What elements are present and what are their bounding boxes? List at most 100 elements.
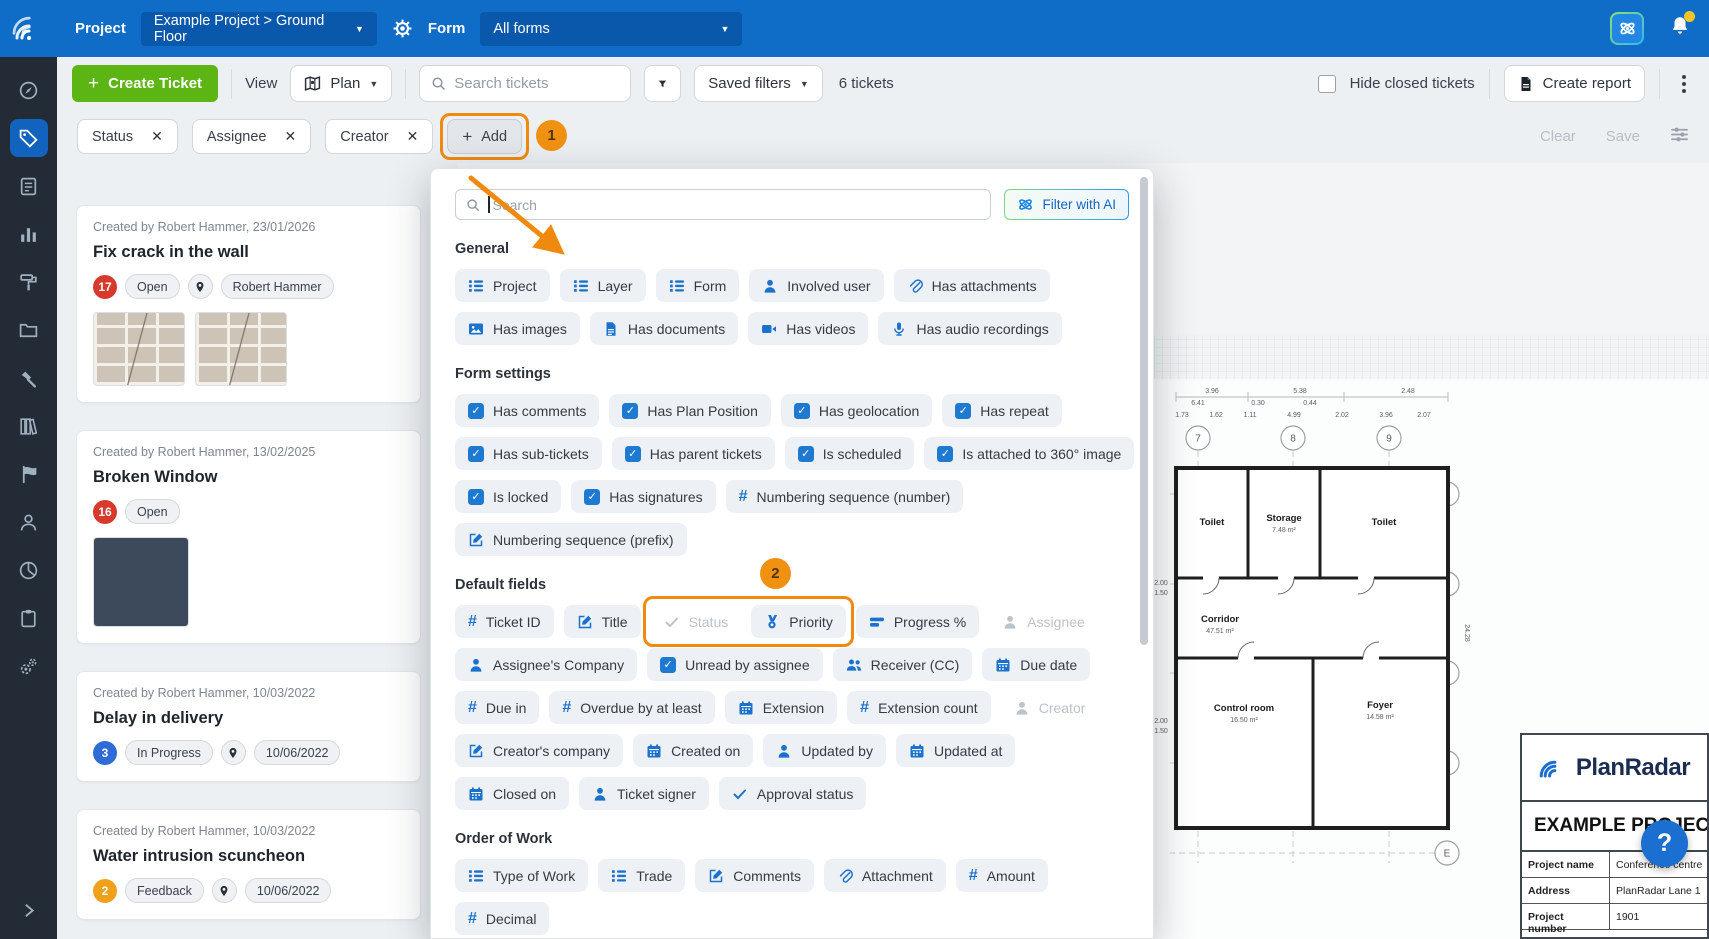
field-chip-due-in[interactable]: #Due in — [455, 691, 539, 724]
field-chip-numbering-sequence-prefix[interactable]: Numbering sequence (prefix) — [455, 523, 687, 556]
field-chip-priority[interactable]: Priority — [751, 605, 846, 638]
field-chip-layer[interactable]: Layer — [560, 269, 646, 302]
plan-pin-icon[interactable] — [212, 878, 237, 903]
create-ticket-button[interactable]: + Create Ticket — [72, 65, 218, 102]
remove-filter-icon[interactable]: ✕ — [407, 128, 419, 145]
add-filter-button[interactable]: + Add — [447, 119, 522, 154]
ai-assistant-button[interactable] — [1610, 12, 1644, 45]
filter-chip-creator[interactable]: Creator ✕ — [325, 119, 433, 154]
field-chip-ticket-signer[interactable]: Ticket signer — [579, 777, 709, 810]
svg-text:Toilet: Toilet — [1200, 517, 1225, 528]
field-chip-progress[interactable]: Progress % — [856, 605, 979, 638]
sidebar-expand-chevron-icon[interactable] — [10, 891, 48, 929]
help-button[interactable]: ? — [1641, 820, 1688, 867]
sidebar-item-forms-checklist-icon[interactable] — [10, 167, 48, 205]
field-chip-decimal[interactable]: #Decimal — [455, 902, 549, 935]
field-chip-has-parent-tickets[interactable]: ✓Has parent tickets — [612, 437, 775, 470]
project-settings-gear-icon[interactable] — [392, 18, 413, 39]
field-chip-extension-count[interactable]: #Extension count — [847, 691, 991, 724]
field-chip-involved-user[interactable]: Involved user — [749, 269, 883, 302]
field-chip-has-repeat[interactable]: ✓Has repeat — [942, 394, 1061, 427]
sidebar-item-settings-gears-icon[interactable] — [10, 647, 48, 685]
field-chip-has-plan-position[interactable]: ✓Has Plan Position — [609, 394, 771, 427]
field-chip-due-date[interactable]: Due date — [982, 648, 1090, 681]
field-chip-has-attachments[interactable]: Has attachments — [894, 269, 1050, 302]
form-selector[interactable]: All forms ▼ — [480, 12, 742, 46]
filter-chip-assignee[interactable]: Assignee ✕ — [192, 119, 311, 154]
project-selector[interactable]: Example Project > Ground Floor ▼ — [141, 12, 377, 46]
ticket-card-fix-crack-in-the-wall[interactable]: Created by Robert Hammer, 23/01/2026Fix … — [76, 205, 421, 403]
field-chip-has-documents[interactable]: Has documents — [590, 312, 738, 345]
filter-settings-sliders-icon[interactable] — [1670, 125, 1689, 149]
field-chip-has-comments[interactable]: ✓Has comments — [455, 394, 599, 427]
field-chip-approval-status[interactable]: Approval status — [719, 777, 867, 810]
field-chip-ticket-id[interactable]: #Ticket ID — [455, 605, 554, 638]
save-filters-button[interactable]: Save — [1606, 128, 1640, 145]
view-mode-selector[interactable]: Plan ▼ — [290, 65, 392, 102]
ticket-photo[interactable] — [195, 312, 287, 386]
field-chip-numbering-sequence-number[interactable]: #Numbering sequence (number) — [726, 480, 964, 513]
filter-with-ai-button[interactable]: Filter with AI — [1004, 189, 1129, 220]
clear-filters-button[interactable]: Clear — [1540, 128, 1576, 145]
planradar-logo[interactable] — [0, 0, 57, 57]
field-chip-created-on[interactable]: Created on — [633, 734, 753, 767]
sidebar-item-plans-folder-icon[interactable] — [10, 311, 48, 349]
field-chip-assignee-s-company[interactable]: Assignee's Company — [455, 648, 637, 681]
ticket-card-broken-window[interactable]: Created by Robert Hammer, 13/02/2025Brok… — [76, 430, 421, 644]
sidebar-item-library-icon[interactable] — [10, 407, 48, 445]
field-chip-trade[interactable]: Trade — [598, 859, 685, 892]
search-tickets-input[interactable]: Search tickets — [419, 65, 631, 102]
plan-pin-icon[interactable] — [221, 740, 246, 765]
field-chip-extension[interactable]: Extension — [725, 691, 837, 724]
sidebar-item-dashboard-icon[interactable] — [10, 71, 48, 109]
field-chip-is-locked[interactable]: ✓Is locked — [455, 480, 561, 513]
field-chip-has-geolocation[interactable]: ✓Has geolocation — [781, 394, 932, 427]
sidebar-item-tools-hammer-icon[interactable] — [10, 359, 48, 397]
sidebar-item-tickets-tag-icon[interactable] — [10, 119, 48, 157]
svg-text:1.62: 1.62 — [1209, 412, 1223, 419]
sidebar-item-statistics-icon[interactable] — [10, 215, 48, 253]
field-chip-creator-s-company[interactable]: Creator's company — [455, 734, 623, 767]
field-chip-updated-by[interactable]: Updated by — [763, 734, 886, 767]
field-chip-has-sub-tickets[interactable]: ✓Has sub-tickets — [455, 437, 602, 470]
field-chip-has-signatures[interactable]: ✓Has signatures — [571, 480, 715, 513]
sidebar-item-documents-clipboard-icon[interactable] — [10, 599, 48, 637]
popup-search-input[interactable]: Search — [455, 189, 991, 220]
ticket-card-water-intrusion-scuncheon[interactable]: Created by Robert Hammer, 10/03/2022Wate… — [76, 809, 421, 920]
field-chip-project[interactable]: Project — [455, 269, 550, 302]
field-chip-attachment[interactable]: Attachment — [824, 859, 946, 892]
field-chip-comments[interactable]: Comments — [695, 859, 814, 892]
field-chip-unread-by-assignee[interactable]: ✓Unread by assignee — [647, 648, 823, 681]
field-chip-has-audio-recordings[interactable]: Has audio recordings — [878, 312, 1061, 345]
filter-funnel-button[interactable] — [644, 65, 681, 102]
notifications-bell-icon[interactable] — [1669, 15, 1691, 42]
filter-chip-status[interactable]: Status ✕ — [77, 119, 178, 154]
field-chip-updated-at[interactable]: Updated at — [896, 734, 1016, 767]
sidebar-item-contacts-icon[interactable] — [10, 503, 48, 541]
sidebar-item-analytics-pie-icon[interactable] — [10, 551, 48, 589]
field-chip-is-attached-to-360-image[interactable]: ✓Is attached to 360° image — [924, 437, 1134, 470]
field-chip-is-scheduled[interactable]: ✓Is scheduled — [785, 437, 915, 470]
field-chip-receiver-cc[interactable]: Receiver (CC) — [833, 648, 973, 681]
field-chip-form[interactable]: Form — [656, 269, 740, 302]
field-chip-has-videos[interactable]: Has videos — [748, 312, 868, 345]
ticket-photo[interactable] — [93, 312, 185, 386]
field-chip-type-of-work[interactable]: Type of Work — [455, 859, 588, 892]
field-chip-overdue-by-at-least[interactable]: #Overdue by at least — [549, 691, 714, 724]
more-options-kebab-icon[interactable] — [1674, 69, 1694, 99]
popup-scrollbar[interactable] — [1140, 177, 1148, 645]
field-chip-title[interactable]: Title — [564, 605, 641, 638]
ticket-card-delay-in-delivery[interactable]: Created by Robert Hammer, 10/03/2022Dela… — [76, 671, 421, 782]
sidebar-item-flags-icon[interactable] — [10, 455, 48, 493]
field-chip-closed-on[interactable]: Closed on — [455, 777, 569, 810]
field-chip-amount[interactable]: #Amount — [956, 859, 1048, 892]
remove-filter-icon[interactable]: ✕ — [151, 128, 163, 145]
saved-filters-selector[interactable]: Saved filters ▼ — [694, 65, 822, 102]
hide-closed-checkbox[interactable] — [1318, 75, 1336, 93]
remove-filter-icon[interactable]: ✕ — [285, 128, 297, 145]
create-report-button[interactable]: Create report — [1504, 65, 1645, 102]
sidebar-item-paint-roller-icon[interactable] — [10, 263, 48, 301]
field-chip-has-images[interactable]: Has images — [455, 312, 580, 345]
plan-pin-icon[interactable] — [188, 274, 213, 299]
ticket-photo[interactable] — [93, 537, 189, 627]
